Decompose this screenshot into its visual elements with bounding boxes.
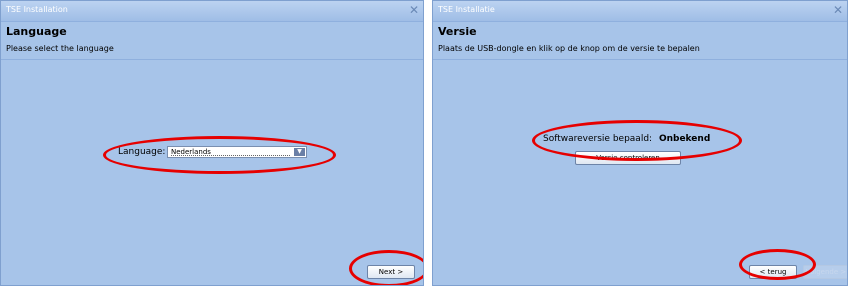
highlight-ellipse-language	[103, 136, 336, 174]
close-icon[interactable]: ✕	[409, 3, 419, 17]
window-title: TSE Installatie	[438, 5, 495, 14]
page-heading: Versie	[438, 25, 477, 38]
highlight-ellipse-next	[349, 250, 423, 285]
highlight-ellipse-back	[739, 249, 816, 280]
title-bar: TSE Installation ✕	[1, 1, 423, 22]
highlight-ellipse-version	[532, 120, 742, 161]
window-title: TSE Installation	[6, 5, 68, 14]
language-window: TSE Installation ✕ Language Please selec…	[0, 0, 424, 286]
page-heading: Language	[6, 25, 67, 38]
header-divider	[433, 59, 847, 60]
title-bar: TSE Installatie ✕	[433, 1, 847, 22]
header-divider	[1, 59, 423, 60]
close-icon[interactable]: ✕	[833, 3, 843, 17]
version-window: TSE Installatie ✕ Versie Plaats de USB-d…	[432, 0, 848, 286]
instruction-text: Plaats de USB-dongle en klik op de knop …	[438, 44, 700, 53]
instruction-text: Please select the language	[6, 44, 114, 53]
